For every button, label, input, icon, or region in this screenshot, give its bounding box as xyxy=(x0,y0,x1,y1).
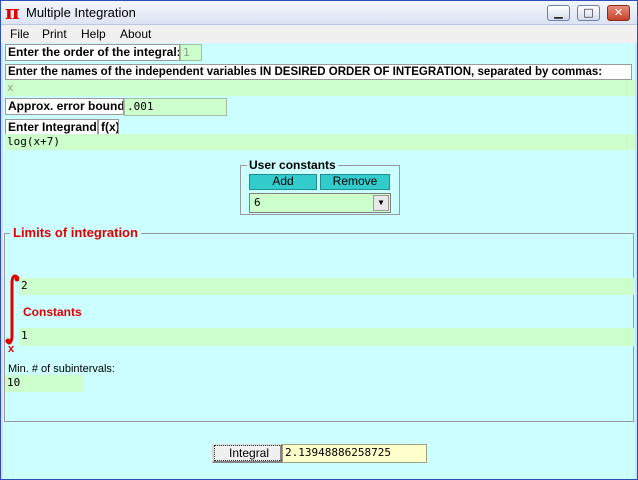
variable-of-integration: x xyxy=(8,343,15,355)
order-label: Enter the order of the integral: xyxy=(5,44,180,61)
maximize-button[interactable]: □ xyxy=(577,5,600,21)
menu-about[interactable]: About xyxy=(120,27,151,41)
title-bar[interactable]: π Multiple Integration ▁ □ ✕ xyxy=(1,1,637,25)
variables-label: Enter the names of the independent varia… xyxy=(5,64,632,80)
upper-limit-input[interactable]: 2 xyxy=(19,278,634,295)
menu-file[interactable]: File xyxy=(10,27,29,41)
pi-icon: π xyxy=(5,0,20,24)
user-constants-title: User constants xyxy=(247,158,338,172)
integrand-label: Enter Integrand: xyxy=(5,119,98,135)
chevron-down-icon[interactable]: ▼ xyxy=(373,195,389,211)
add-constant-button[interactable]: Add xyxy=(249,174,317,190)
integral-button[interactable]: Integral xyxy=(212,444,285,463)
error-bound-label: Approx. error bound: xyxy=(5,98,124,115)
constants-select[interactable]: 6 ▼ xyxy=(249,193,391,213)
app-window: π Multiple Integration ▁ □ ✕ File Print … xyxy=(0,0,638,480)
close-icon: ✕ xyxy=(613,6,624,19)
close-button[interactable]: ✕ xyxy=(607,5,630,21)
maximize-icon: □ xyxy=(583,6,594,19)
menu-print[interactable]: Print xyxy=(42,27,67,41)
fx-label: f(x) xyxy=(98,119,119,135)
lower-limit-input[interactable]: 1 xyxy=(19,328,634,346)
constants-label: Constants xyxy=(23,305,82,319)
minimize-button[interactable]: ▁ xyxy=(547,5,570,21)
variables-input[interactable]: x xyxy=(5,80,635,96)
constants-selected-value: 6 xyxy=(254,196,261,209)
subintervals-input[interactable]: 10 xyxy=(5,375,84,392)
integral-button-label: Integral xyxy=(214,445,285,461)
menu-bar: File Print Help About xyxy=(1,25,637,43)
integral-result: 2.13948886258725 xyxy=(282,444,427,463)
remove-constant-button[interactable]: Remove xyxy=(320,174,390,190)
menu-help[interactable]: Help xyxy=(81,27,106,41)
limits-title: Limits of integration xyxy=(10,225,141,240)
window-title: Multiple Integration xyxy=(26,5,136,20)
integrand-input[interactable]: log(x+7) xyxy=(5,134,635,150)
subintervals-label: Min. # of subintervals: xyxy=(8,363,115,375)
error-bound-input[interactable]: .001 xyxy=(124,98,227,116)
minimize-icon: ▁ xyxy=(554,6,563,19)
main-panel: Enter the order of the integral: 1 Enter… xyxy=(3,43,635,479)
order-input[interactable]: 1 xyxy=(180,44,202,61)
